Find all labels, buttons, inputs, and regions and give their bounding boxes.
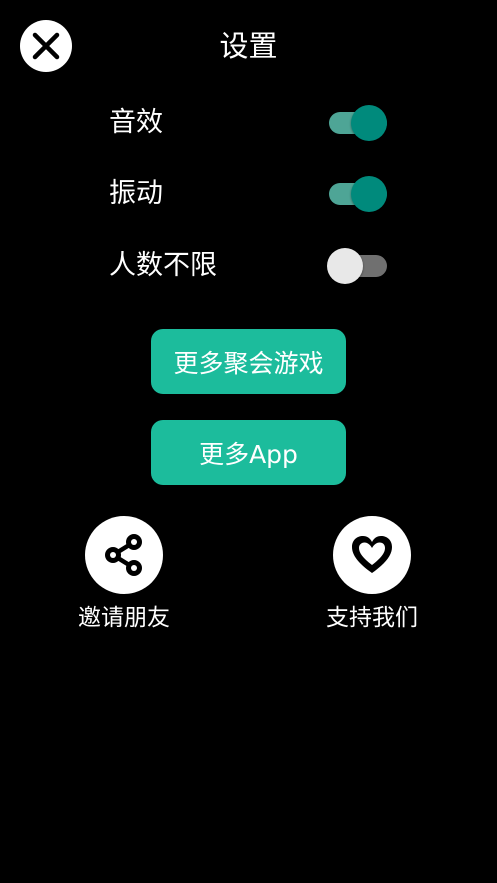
invite-friends-button[interactable]: 邀请朋友 — [49, 516, 199, 636]
unlimited-players-toggle[interactable] — [327, 248, 389, 284]
setting-label-sound: 音效 — [109, 107, 163, 138]
setting-row-vibration: 振动 — [109, 174, 389, 214]
setting-row-sound: 音效 — [109, 103, 389, 143]
support-us-label: 支持我们 — [326, 605, 418, 631]
heart-icon — [352, 536, 392, 573]
setting-row-unlimited-players: 人数不限 — [109, 246, 389, 286]
share-icon — [105, 534, 142, 576]
more-apps-button[interactable]: 更多App — [151, 420, 346, 485]
support-us-button[interactable]: 支持我们 — [297, 516, 447, 636]
more-party-games-button[interactable]: 更多聚会游戏 — [151, 329, 346, 394]
more-apps-label: 更多App — [199, 439, 298, 469]
toggle-knob — [351, 176, 387, 212]
vibration-toggle[interactable] — [327, 176, 389, 212]
toggle-knob — [327, 248, 363, 284]
toggle-knob — [351, 105, 387, 141]
setting-label-vibration: 振动 — [109, 178, 163, 209]
invite-friends-label: 邀请朋友 — [78, 605, 170, 631]
support-icon-circle — [333, 516, 411, 594]
more-party-games-label: 更多聚会游戏 — [173, 348, 324, 378]
page-title: 设置 — [219, 29, 278, 63]
sound-toggle[interactable] — [327, 105, 389, 141]
setting-label-unlimited-players: 人数不限 — [109, 250, 217, 281]
invite-icon-circle — [85, 516, 163, 594]
